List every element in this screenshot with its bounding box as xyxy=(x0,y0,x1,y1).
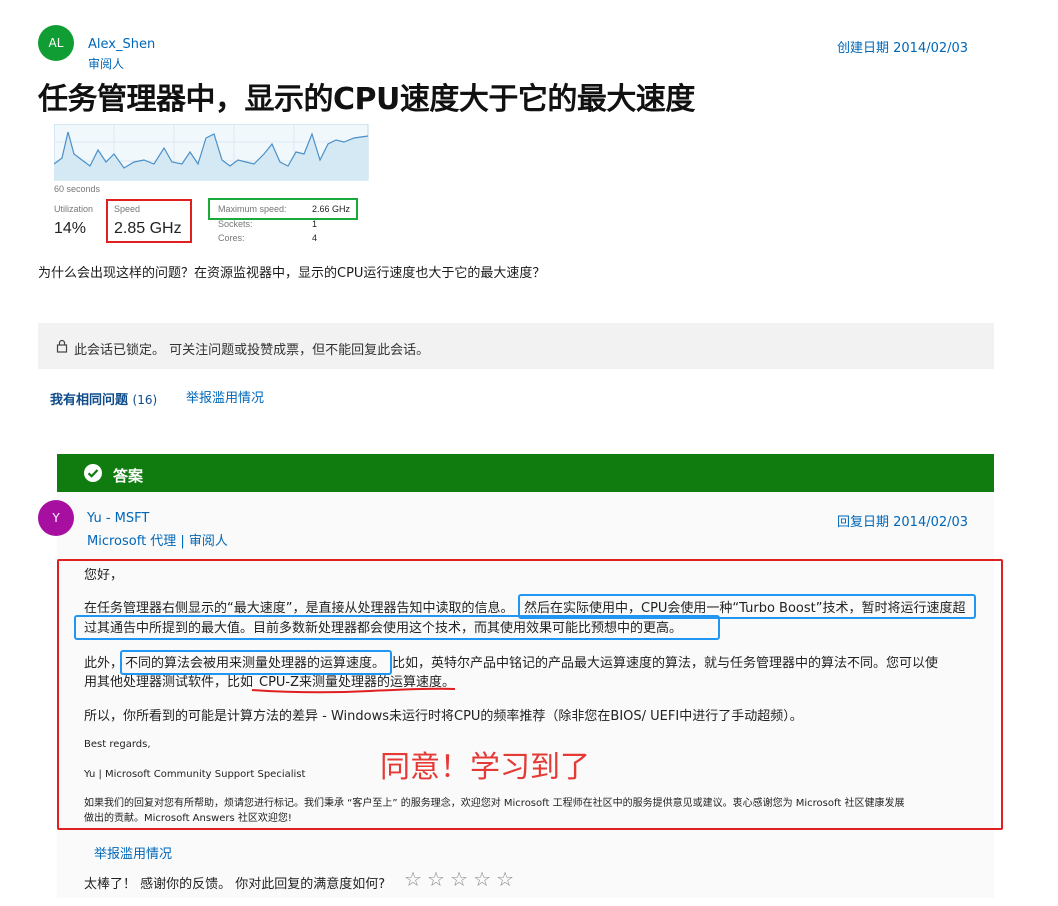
answer-header: 答案 xyxy=(57,454,994,492)
cpu-usage-graph xyxy=(54,124,369,181)
question-body: 为什么会出现这样的问题？在资源监视器中，显示的CPU运行速度也大于它的最大速度？ xyxy=(38,266,546,281)
star-icon-3[interactable]: ☆ xyxy=(450,867,468,891)
star-icon-4[interactable]: ☆ xyxy=(473,867,491,891)
red-underline-mark xyxy=(251,687,456,694)
rating-stars: ☆ ☆ ☆ ☆ ☆ xyxy=(404,867,514,891)
same-question-label: 我有相同问题 xyxy=(50,393,129,408)
check-circle-icon xyxy=(83,463,103,487)
cores-label: Cores: xyxy=(218,233,245,243)
avatar-initials: AL xyxy=(48,36,64,50)
same-question-button[interactable]: 我有相同问题 (16) xyxy=(50,389,157,408)
utilization-value: 14% xyxy=(54,220,87,237)
star-icon-2[interactable]: ☆ xyxy=(427,867,445,891)
answerer-name[interactable]: Yu - MSFT xyxy=(87,511,149,526)
lock-icon xyxy=(56,338,68,357)
author-avatar[interactable]: AL xyxy=(38,25,74,61)
answer-footer-note-1: 如果我们的回复对您有所帮助，烦请您进行标记。我们秉承 “客户至上” 的服务理念，… xyxy=(84,798,905,809)
feedback-text: 太棒了！ 感谢你的反馈。 你对此回复的满意度如何? xyxy=(84,877,386,892)
cores-value: 4 xyxy=(312,233,318,243)
answerer-avatar[interactable]: Y xyxy=(38,500,74,536)
sockets-value: 1 xyxy=(312,219,318,229)
answer-p2-line2: 用其他处理器测试软件，比如 xyxy=(84,675,254,690)
answer-p2-start: 此外， xyxy=(84,656,124,671)
handwritten-annotation: 同意！学习到了 xyxy=(380,750,590,785)
star-icon-5[interactable]: ☆ xyxy=(496,867,514,891)
speed-label: Speed xyxy=(114,204,141,214)
answer-p3: 所以，你所看到的可能是计算方法的差异 - Windows未运行时将CPU的频率推… xyxy=(84,709,803,724)
question-author-name[interactable]: Alex_Shen xyxy=(88,37,155,52)
report-abuse-link[interactable]: 举报滥用情况 xyxy=(186,387,264,406)
locked-notice: 此会话已锁定。 可关注问题或投赞成票，但不能回复此会话。 xyxy=(38,323,994,369)
blue-highlight-box-1b xyxy=(74,615,720,640)
blue-highlight-box-2 xyxy=(120,650,392,675)
utilization-label: Utilization xyxy=(54,204,94,214)
answer-footer-note-2: 做出的贡献。Microsoft Answers 社区欢迎您! xyxy=(84,813,292,824)
page-title: 任务管理器中，显示的CPU速度大于它的最大速度 xyxy=(38,82,695,117)
answerer-avatar-initials: Y xyxy=(52,511,60,525)
max-speed-label: Maximum speed: xyxy=(218,204,287,214)
max-speed-value: 2.66 GHz xyxy=(312,204,351,214)
task-manager-screenshot: 60 seconds Utilization 14% Speed 2.85 GH… xyxy=(54,124,374,248)
star-icon-1[interactable]: ☆ xyxy=(404,867,422,891)
question-author-role: 审阅人 xyxy=(88,57,125,71)
answer-report-abuse-link[interactable]: 举报滥用情况 xyxy=(94,843,172,862)
speed-value: 2.85 GHz xyxy=(114,220,182,237)
locked-text: 此会话已锁定。 可关注问题或投赞成票，但不能回复此会话。 xyxy=(74,343,430,358)
time-span-label: 60 seconds xyxy=(54,184,101,194)
answer-signature: Yu | Microsoft Community Support Special… xyxy=(84,769,306,780)
answer-regards: Best regards, xyxy=(84,739,151,750)
same-question-count: (16) xyxy=(132,393,158,407)
answer-label: 答案 xyxy=(113,467,144,485)
created-date: 创建日期 2014/02/03 xyxy=(837,41,969,56)
sockets-label: Sockets: xyxy=(218,219,253,229)
answer-greeting: 您好， xyxy=(84,568,124,583)
reply-date: 回复日期 2014/02/03 xyxy=(837,515,969,530)
answerer-roles: Microsoft 代理 | 审阅人 xyxy=(87,534,228,549)
answer-p2-middle: 比如，英特尔产品中铭记的产品最大运算速度的算法，就与任务管理器中的算法不同。您可… xyxy=(392,656,939,671)
